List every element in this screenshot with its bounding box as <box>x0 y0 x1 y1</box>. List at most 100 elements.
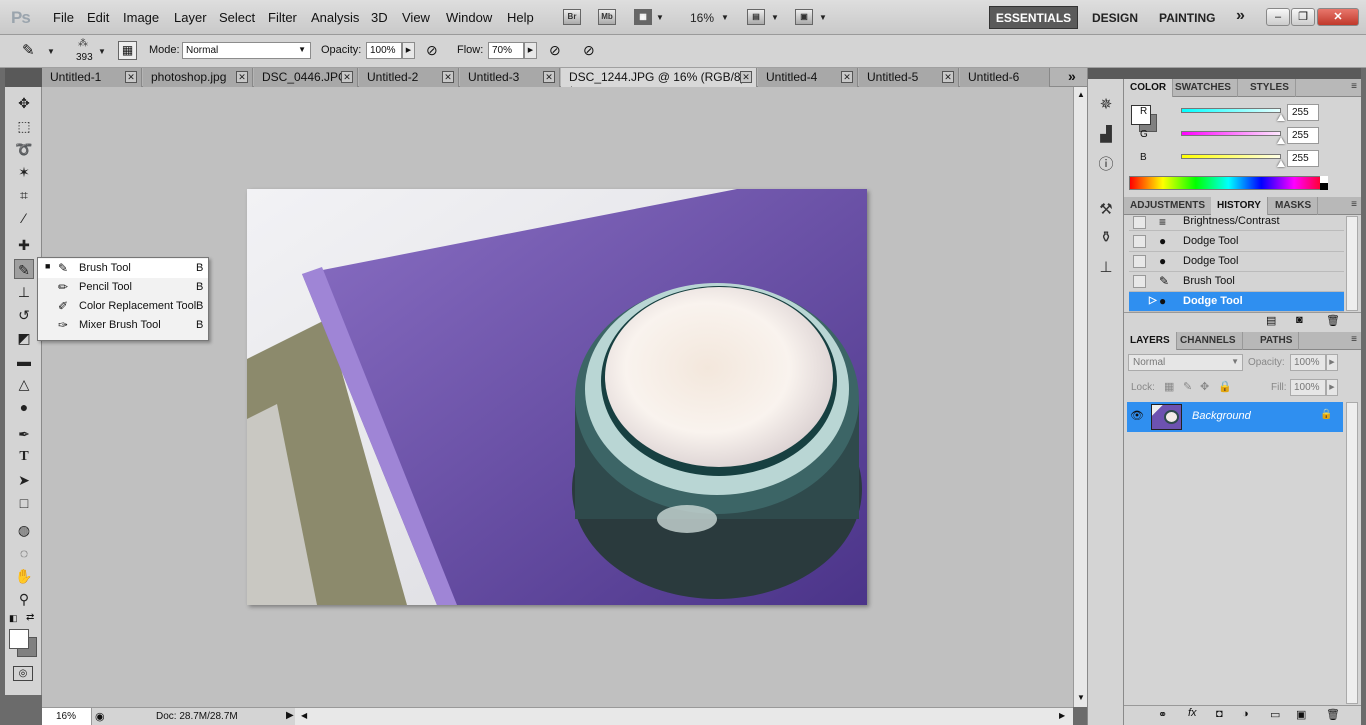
zoom-tool-icon[interactable]: ⚲ <box>14 589 34 609</box>
brush-tool-icon[interactable]: ✎ <box>22 41 35 59</box>
lock-all-icon[interactable]: 🔒 <box>1218 380 1232 393</box>
history-state-row[interactable]: ● Dodge Tool <box>1129 232 1344 252</box>
marquee-tool-icon[interactable]: ⬚ <box>14 116 34 136</box>
flow-input[interactable]: 70% <box>488 42 524 59</box>
menu-filter[interactable]: Filter <box>268 10 297 25</box>
chevron-down-icon[interactable]: ▼ <box>656 13 664 22</box>
scroll-left-icon[interactable]: ◀ <box>301 711 307 720</box>
status-zoom[interactable]: 16% <box>42 708 92 725</box>
menu-select[interactable]: Select <box>219 10 255 25</box>
close-icon[interactable]: ✕ <box>543 71 555 83</box>
channel-b-value[interactable]: 255 <box>1287 150 1319 167</box>
eyedropper-tool-icon[interactable]: ⁄ <box>14 208 34 228</box>
layers-scrollbar[interactable] <box>1346 402 1358 704</box>
new-layer-icon[interactable]: ▣ <box>1296 708 1306 721</box>
history-brush-tool-icon[interactable]: ↺ <box>14 305 34 325</box>
gradient-tool-icon[interactable]: ▬ <box>14 351 34 371</box>
scroll-right-icon[interactable]: ▶ <box>1059 711 1065 720</box>
channel-b-slider[interactable] <box>1181 154 1281 159</box>
workspace-more-button[interactable]: » <box>1236 7 1245 25</box>
eraser-tool-icon[interactable]: ◩ <box>14 328 34 348</box>
tab-history[interactable]: HISTORY <box>1211 197 1268 215</box>
quick-selection-tool-icon[interactable]: ✶ <box>14 162 34 182</box>
rectangle-tool-icon[interactable]: □ <box>14 493 34 513</box>
channel-b-thumb[interactable] <box>1277 160 1285 167</box>
panel-menu-icon[interactable]: ≡ <box>1351 81 1357 92</box>
launch-bridge-button[interactable]: Br <box>563 9 581 25</box>
close-icon[interactable]: ✕ <box>841 71 853 83</box>
history-state-row[interactable]: ✎ Brush Tool <box>1129 272 1344 292</box>
airbrush-icon[interactable]: ⊘ <box>549 42 561 59</box>
fill-arrow-icon[interactable]: ▶ <box>1326 379 1338 396</box>
layer-name[interactable]: Background <box>1192 410 1251 422</box>
tab-channels[interactable]: CHANNELS <box>1174 332 1243 350</box>
status-menu-arrow-icon[interactable]: ▶ <box>286 710 294 721</box>
tab-swatches[interactable]: SWATCHES <box>1169 79 1238 97</box>
history-snapshot-checkbox[interactable] <box>1133 216 1146 229</box>
menu-3d[interactable]: 3D <box>371 10 388 25</box>
new-snapshot-icon[interactable]: ◙ <box>1296 314 1303 326</box>
channel-g-thumb[interactable] <box>1277 137 1285 144</box>
type-tool-icon[interactable]: T <box>14 447 34 467</box>
flyout-item-color-replacement-tool[interactable]: ✐ Color Replacement Tool B <box>38 297 208 316</box>
launch-mini-bridge-button[interactable]: Mb <box>598 9 616 25</box>
channel-g-slider[interactable] <box>1181 131 1281 136</box>
blur-tool-icon[interactable]: △ <box>14 374 34 394</box>
tab-styles[interactable]: STYLES <box>1244 79 1296 97</box>
chevron-down-icon[interactable]: ▼ <box>721 13 729 22</box>
menu-analysis[interactable]: Analysis <box>311 10 359 25</box>
channel-r-value[interactable]: 255 <box>1287 104 1319 121</box>
pressure-opacity-icon[interactable]: ⊘ <box>426 42 438 59</box>
history-state-row-selected[interactable]: ▷ ● Dodge Tool <box>1129 292 1344 312</box>
fill-input[interactable]: 100% <box>1290 379 1326 396</box>
workspace-painting-button[interactable]: PAINTING <box>1159 11 1215 25</box>
menu-edit[interactable]: Edit <box>87 10 109 25</box>
flyout-item-brush-tool[interactable]: ■ ✎ Brush Tool B <box>38 259 208 278</box>
flyout-item-pencil-tool[interactable]: ✏ Pencil Tool B <box>38 278 208 297</box>
document-image[interactable] <box>247 189 867 605</box>
new-group-icon[interactable]: ▭ <box>1270 708 1280 721</box>
layer-style-icon[interactable]: fx <box>1188 707 1197 719</box>
history-snapshot-checkbox[interactable] <box>1133 275 1146 288</box>
layer-opacity-input[interactable]: 100% <box>1290 354 1326 371</box>
channel-r-thumb[interactable] <box>1277 114 1285 121</box>
color-spectrum-ramp[interactable] <box>1129 176 1328 190</box>
doc-tab[interactable]: Untitled-3 ✕ <box>460 68 560 87</box>
menu-help[interactable]: Help <box>507 10 534 25</box>
history-state-row[interactable]: ● Dodge Tool <box>1129 252 1344 272</box>
swap-colors-icon[interactable]: ⇄ <box>26 612 34 623</box>
navigator-icon[interactable]: ✵ <box>1096 95 1116 115</box>
doc-tab[interactable]: photoshop.jpg ✕ <box>143 68 253 87</box>
layer-opacity-arrow-icon[interactable]: ▶ <box>1326 354 1338 371</box>
doc-tab[interactable]: Untitled-1 ✕ <box>42 68 142 87</box>
close-icon[interactable]: ✕ <box>740 71 752 83</box>
lasso-tool-icon[interactable]: ➰ <box>14 139 34 159</box>
screen-mode-icon[interactable]: ▣ <box>795 9 813 25</box>
clone-stamp-tool-icon[interactable]: ⊥ <box>14 282 34 302</box>
dodge-tool-icon[interactable]: ● <box>14 397 34 417</box>
move-tool-icon[interactable]: ✥ <box>14 93 34 113</box>
layer-row-selected[interactable]: 👁 Background 🔒 <box>1127 402 1343 432</box>
opacity-slider-arrow-icon[interactable]: ▶ <box>402 42 415 59</box>
close-icon[interactable]: ✕ <box>442 71 454 83</box>
foreground-color-swatch[interactable] <box>9 629 29 649</box>
white-swatch[interactable] <box>1320 176 1328 183</box>
tool-presets-icon[interactable]: ⊥ <box>1096 258 1116 278</box>
new-document-from-state-icon[interactable]: ▤ <box>1266 314 1276 327</box>
history-snapshot-checkbox[interactable] <box>1133 255 1146 268</box>
zoom-level[interactable]: 16% <box>690 11 714 25</box>
doc-tab-active[interactable]: DSC_1244.JPG @ 16% (RGB/8) *✕ <box>561 68 757 98</box>
trash-icon[interactable]: 🗑 <box>1326 708 1340 721</box>
close-icon[interactable]: ✕ <box>236 71 248 83</box>
doc-tab[interactable]: DSC_0446.JPG ✕ <box>254 68 358 87</box>
hand-tool-icon[interactable]: ✋ <box>14 566 34 586</box>
close-icon[interactable]: ✕ <box>341 71 353 83</box>
doc-tab[interactable]: Untitled-2 ✕ <box>359 68 459 87</box>
quick-mask-icon[interactable]: ◎ <box>13 666 33 681</box>
default-colors-icon[interactable]: ◧ <box>9 613 18 624</box>
3d-orbit-tool-icon[interactable]: ◌ <box>14 543 34 563</box>
3d-rotate-tool-icon[interactable]: ◍ <box>14 520 34 540</box>
history-snapshot-checkbox[interactable] <box>1133 295 1146 308</box>
tab-layers[interactable]: LAYERS <box>1124 332 1177 350</box>
close-icon[interactable]: ✕ <box>942 71 954 83</box>
